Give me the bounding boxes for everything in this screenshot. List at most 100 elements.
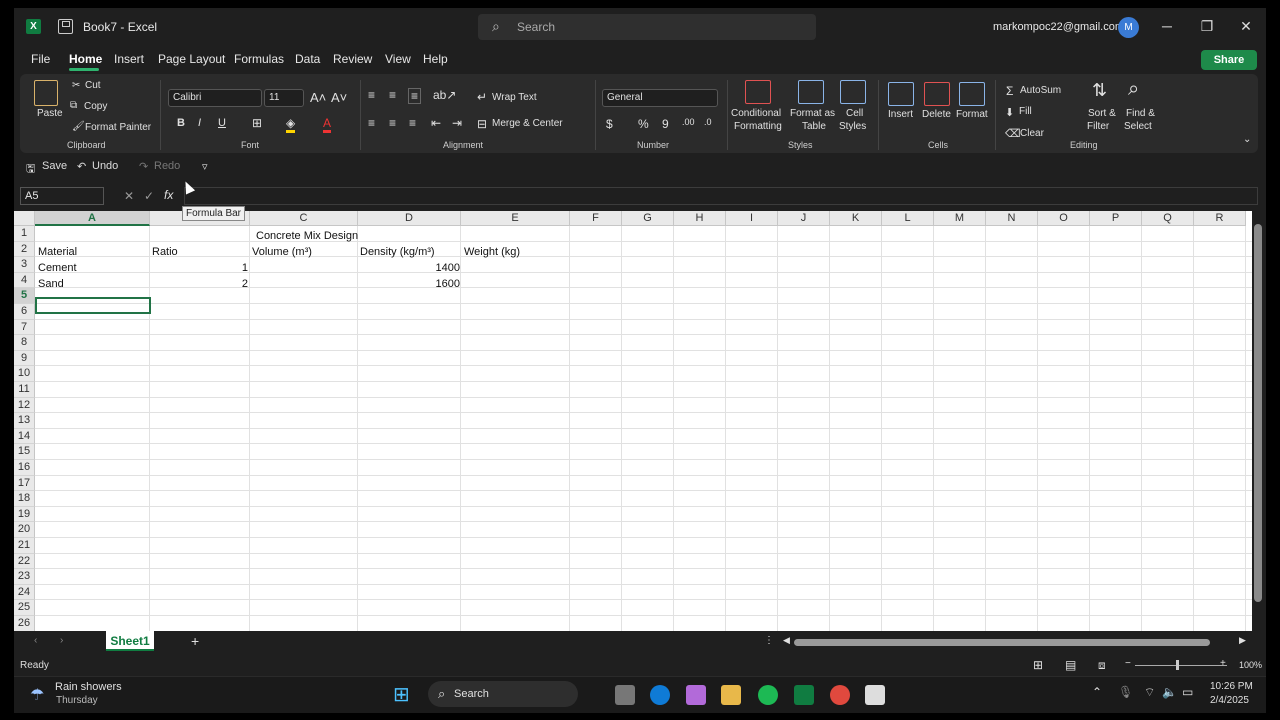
- underline-button[interactable]: U: [218, 117, 226, 129]
- sort-filter-icon[interactable]: ⇅: [1092, 80, 1107, 101]
- row-header-13[interactable]: 13: [14, 413, 35, 429]
- zoom-in-icon[interactable]: +: [1220, 658, 1226, 669]
- name-box[interactable]: A5: [20, 187, 104, 205]
- wifi-icon[interactable]: ⌔: [1144, 685, 1155, 700]
- format-as-table-label[interactable]: Format as: [790, 108, 835, 119]
- clock-date[interactable]: 2/4/2025: [1210, 695, 1249, 706]
- format-painter-button[interactable]: Format Painter: [85, 122, 151, 133]
- column-header-e[interactable]: E: [461, 211, 570, 226]
- zoom-slider[interactable]: [1135, 665, 1227, 666]
- column-header-j[interactable]: J: [778, 211, 830, 226]
- taskbar-search[interactable]: ⌕ Search: [428, 681, 578, 707]
- cell-a3[interactable]: Cement: [38, 261, 77, 276]
- row-header-9[interactable]: 9: [14, 350, 35, 367]
- row-header-12[interactable]: 12: [14, 397, 35, 414]
- cell-b2[interactable]: Ratio: [152, 245, 178, 260]
- tab-data[interactable]: Data: [295, 52, 320, 66]
- weather-icon[interactable]: ☂: [30, 685, 44, 705]
- spreadsheet-grid[interactable]: ABCDEFGHIJKLMNOPQR 123456789101112131415…: [14, 211, 1252, 631]
- fill-button[interactable]: Fill: [1019, 106, 1032, 117]
- qat-save-icon[interactable]: 🖫: [26, 160, 35, 179]
- row-header-17[interactable]: 17: [14, 475, 35, 492]
- clear-icon[interactable]: ⌫: [1005, 127, 1021, 140]
- column-header-r[interactable]: R: [1194, 211, 1246, 226]
- column-header-a[interactable]: A: [35, 211, 150, 226]
- customize-qat-icon[interactable]: ▿: [202, 160, 208, 173]
- insert-cells-button[interactable]: Insert: [888, 109, 913, 120]
- column-header-c[interactable]: C: [250, 211, 358, 226]
- file-explorer-icon[interactable]: [721, 685, 741, 705]
- copy-button[interactable]: Copy: [84, 101, 107, 112]
- scroll-left-icon[interactable]: ◀: [783, 635, 790, 646]
- active-cell-a5[interactable]: [35, 297, 151, 314]
- enter-icon[interactable]: ✓: [144, 189, 154, 203]
- column-header-g[interactable]: G: [622, 211, 674, 226]
- row-header-15[interactable]: 15: [14, 444, 35, 460]
- orientation-icon[interactable]: ab↗: [433, 88, 456, 102]
- cell-styles-label2[interactable]: Styles: [839, 121, 866, 132]
- row-header-10[interactable]: 10: [14, 366, 35, 382]
- account-email[interactable]: markompoc22@gmail.com: [993, 21, 1124, 33]
- conditional-formatting-label2[interactable]: Formatting: [734, 121, 782, 132]
- zoom-out-icon[interactable]: −: [1125, 658, 1131, 669]
- row-header-7[interactable]: 7: [14, 319, 35, 336]
- copilot-icon[interactable]: [686, 685, 706, 705]
- weather-day[interactable]: Thursday: [56, 695, 98, 706]
- spotify-icon[interactable]: [758, 685, 778, 705]
- tab-home[interactable]: Home: [69, 52, 102, 66]
- share-button[interactable]: Share: [1201, 50, 1257, 70]
- tab-help[interactable]: Help: [423, 52, 448, 66]
- weather-title[interactable]: Rain showers: [55, 681, 122, 693]
- cell-c2[interactable]: Volume (m³): [252, 245, 312, 260]
- cell-a4[interactable]: Sand: [38, 277, 64, 292]
- sort-filter-label[interactable]: Sort &: [1088, 108, 1116, 119]
- format-cells-button[interactable]: Format: [956, 109, 988, 120]
- row-header-5[interactable]: 5: [14, 288, 35, 304]
- zoom-level[interactable]: 100%: [1239, 660, 1262, 670]
- zoom-slider-thumb[interactable]: [1176, 660, 1179, 670]
- borders-icon[interactable]: ⊞: [252, 116, 262, 130]
- column-header-p[interactable]: P: [1090, 211, 1142, 226]
- format-as-table-icon[interactable]: [798, 80, 824, 104]
- paste-icon[interactable]: [34, 80, 58, 106]
- row-header-11[interactable]: 11: [14, 382, 35, 398]
- sheet-tab-sheet1[interactable]: Sheet1: [106, 631, 154, 651]
- find-select-label2[interactable]: Select: [1124, 121, 1152, 132]
- number-format-select[interactable]: General: [602, 89, 718, 107]
- scroll-right-icon[interactable]: ▶: [1239, 635, 1246, 646]
- column-header-i[interactable]: I: [726, 211, 778, 226]
- horizontal-scrollbar[interactable]: [794, 639, 1210, 646]
- tab-review[interactable]: Review: [333, 52, 372, 66]
- align-bottom-icon[interactable]: ≡: [408, 88, 422, 104]
- row-header-8[interactable]: 8: [14, 335, 35, 351]
- paste-button[interactable]: Paste: [37, 108, 63, 119]
- align-center-icon[interactable]: ≡: [389, 116, 396, 130]
- column-header-m[interactable]: M: [934, 211, 986, 226]
- save-icon[interactable]: [58, 19, 73, 34]
- row-header-23[interactable]: 23: [14, 569, 35, 585]
- normal-view-icon[interactable]: ⊞: [1033, 658, 1043, 672]
- avatar[interactable]: M: [1118, 17, 1139, 38]
- restore-button[interactable]: ❐: [1197, 18, 1217, 35]
- snipping-tool-icon[interactable]: [865, 685, 885, 705]
- increase-indent-icon[interactable]: ⇥: [452, 116, 462, 130]
- minimize-button[interactable]: ─: [1157, 18, 1177, 34]
- column-header-f[interactable]: F: [570, 211, 622, 226]
- fill-icon[interactable]: ⬇: [1005, 106, 1014, 119]
- italic-button[interactable]: I: [198, 117, 201, 129]
- align-middle-icon[interactable]: ≡: [389, 88, 396, 102]
- page-layout-view-icon[interactable]: ▤: [1065, 658, 1076, 672]
- clock-time[interactable]: 10:26 PM: [1210, 681, 1253, 692]
- row-header-20[interactable]: 20: [14, 522, 35, 538]
- cell-d2[interactable]: Density (kg/m³): [360, 245, 435, 260]
- cell-e2[interactable]: Weight (kg): [464, 245, 520, 260]
- task-view-icon[interactable]: [615, 685, 635, 705]
- cell-a2[interactable]: Material: [38, 245, 77, 260]
- row-header-19[interactable]: 19: [14, 506, 35, 523]
- wrap-text-button[interactable]: Wrap Text: [492, 92, 537, 103]
- row-header-4[interactable]: 4: [14, 272, 35, 289]
- cell-c1[interactable]: Concrete Mix Design: [256, 229, 358, 244]
- cut-button[interactable]: Cut: [85, 80, 101, 91]
- font-family-select[interactable]: Calibri: [168, 89, 262, 107]
- find-select-label[interactable]: Find &: [1126, 108, 1155, 119]
